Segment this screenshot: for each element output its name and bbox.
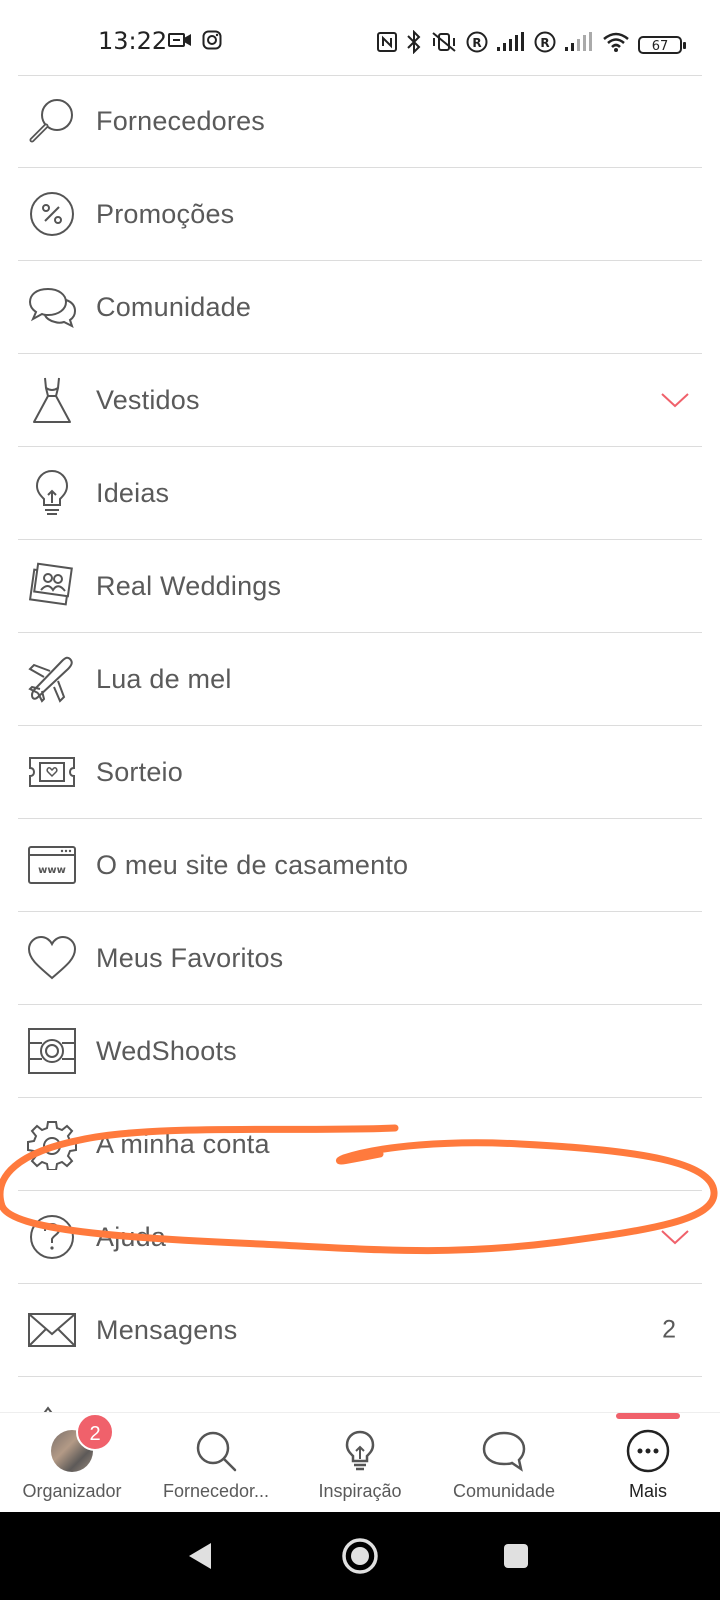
menu-label: O meu site de casamento (96, 849, 409, 880)
home-button[interactable] (340, 1536, 380, 1576)
envelope-icon (24, 1302, 80, 1358)
back-button[interactable] (180, 1536, 220, 1576)
nav-item-mais[interactable]: Mais (576, 1421, 720, 1511)
status-bar: 13:22 R R 67 (0, 0, 720, 70)
website-icon: www (24, 837, 80, 893)
menu-label: Ideias (96, 477, 170, 508)
menu-label: Promoções (96, 198, 235, 229)
search-icon (192, 1427, 240, 1475)
svg-text:R: R (540, 36, 549, 50)
wifi-icon (602, 31, 630, 58)
menu-item-comunidade[interactable]: Comunidade (18, 261, 702, 354)
chat-bubbles-icon (24, 279, 80, 335)
menu-item-site-casamento[interactable]: www O meu site de casamento (18, 819, 702, 912)
nfc-icon (376, 31, 398, 58)
nav-label: Comunidade (452, 1481, 556, 1501)
roaming-icon-2: R (534, 31, 556, 58)
camera-icon (24, 1023, 80, 1079)
more-icon (624, 1427, 672, 1475)
chevron-down-icon[interactable] (660, 1227, 690, 1247)
photos-icon (24, 558, 80, 614)
nav-label: Fornecedor... (162, 1481, 270, 1501)
menu-item-fornecedores[interactable]: Fornecedores (18, 75, 702, 168)
battery-icon: 67 (638, 35, 686, 54)
nav-label: Organizador (22, 1481, 122, 1501)
menu-label: Real Weddings (96, 570, 282, 601)
roaming-icon: R (466, 31, 488, 58)
menu-item-lua-de-mel[interactable]: Lua de mel (18, 633, 702, 726)
dress-icon (24, 372, 80, 428)
menu-label: Lua de mel (96, 663, 232, 694)
menu-item-real-weddings[interactable]: Real Weddings (18, 540, 702, 633)
lightbulb-icon (336, 1427, 384, 1475)
nav-item-organizador[interactable]: 2 Organizador (0, 1413, 144, 1511)
video-call-icon (168, 30, 192, 55)
chevron-down-icon[interactable] (660, 390, 690, 410)
menu-item-vestidos[interactable]: Vestidos (18, 354, 702, 447)
menu-item-ajuda[interactable]: Ajuda (18, 1191, 702, 1284)
menu-label: Sorteio (96, 756, 183, 787)
bottom-nav: 2 Organizador Fornecedor... Inspiração C… (0, 1412, 720, 1513)
menu-label: Fornecedores (96, 105, 265, 136)
status-time: 13:22 (98, 27, 168, 55)
signal-icon-2 (564, 32, 594, 57)
menu-label: WedShoots (96, 1035, 237, 1066)
menu-item-wedshoots[interactable]: WedShoots (18, 1005, 702, 1098)
menu-label: Ajuda (96, 1221, 167, 1252)
bluetooth-icon (406, 29, 422, 59)
nav-label: Mais (628, 1481, 667, 1501)
menu-label: A minha conta (96, 1128, 270, 1159)
active-indicator (616, 1413, 680, 1419)
ticket-icon (24, 744, 80, 800)
menu-label: Vestidos (96, 384, 200, 415)
message-count: 2 (662, 1315, 676, 1344)
menu-item-minha-conta[interactable]: A minha conta (18, 1098, 702, 1191)
menu-item-mensagens[interactable]: Mensagens 2 (18, 1284, 702, 1377)
menu-label: Mensagens (96, 1314, 238, 1345)
nav-item-inspiracao[interactable]: Inspiração (288, 1421, 432, 1511)
percent-icon (24, 186, 80, 242)
lightbulb-icon (24, 465, 80, 521)
menu-item-ideias[interactable]: Ideias (18, 447, 702, 540)
signal-icon (496, 32, 526, 57)
menu-list: Fornecedores Promoções Comunidade Vestid… (18, 75, 702, 1377)
nav-item-fornecedores[interactable]: Fornecedor... (144, 1421, 288, 1511)
menu-label: Meus Favoritos (96, 942, 284, 973)
recents-button[interactable] (496, 1536, 536, 1576)
instagram-icon (202, 30, 222, 55)
menu-item-promocoes[interactable]: Promoções (18, 168, 702, 261)
menu-item-favoritos[interactable]: Meus Favoritos (18, 912, 702, 1005)
heart-icon (24, 930, 80, 986)
chat-icon (480, 1427, 528, 1475)
svg-text:www: www (38, 865, 66, 876)
menu-label: Comunidade (96, 291, 252, 322)
vibrate-off-icon (430, 31, 458, 58)
nav-item-comunidade[interactable]: Comunidade (432, 1421, 576, 1511)
notification-badge: 2 (76, 1413, 114, 1451)
magnifier-icon (24, 93, 80, 149)
nav-label: Inspiração (318, 1481, 402, 1501)
svg-text:R: R (472, 36, 481, 50)
system-nav-bar (0, 1512, 720, 1600)
help-icon (24, 1209, 80, 1265)
gear-icon (24, 1116, 80, 1172)
menu-item-sorteio[interactable]: Sorteio (18, 726, 702, 819)
airplane-icon (24, 651, 80, 707)
